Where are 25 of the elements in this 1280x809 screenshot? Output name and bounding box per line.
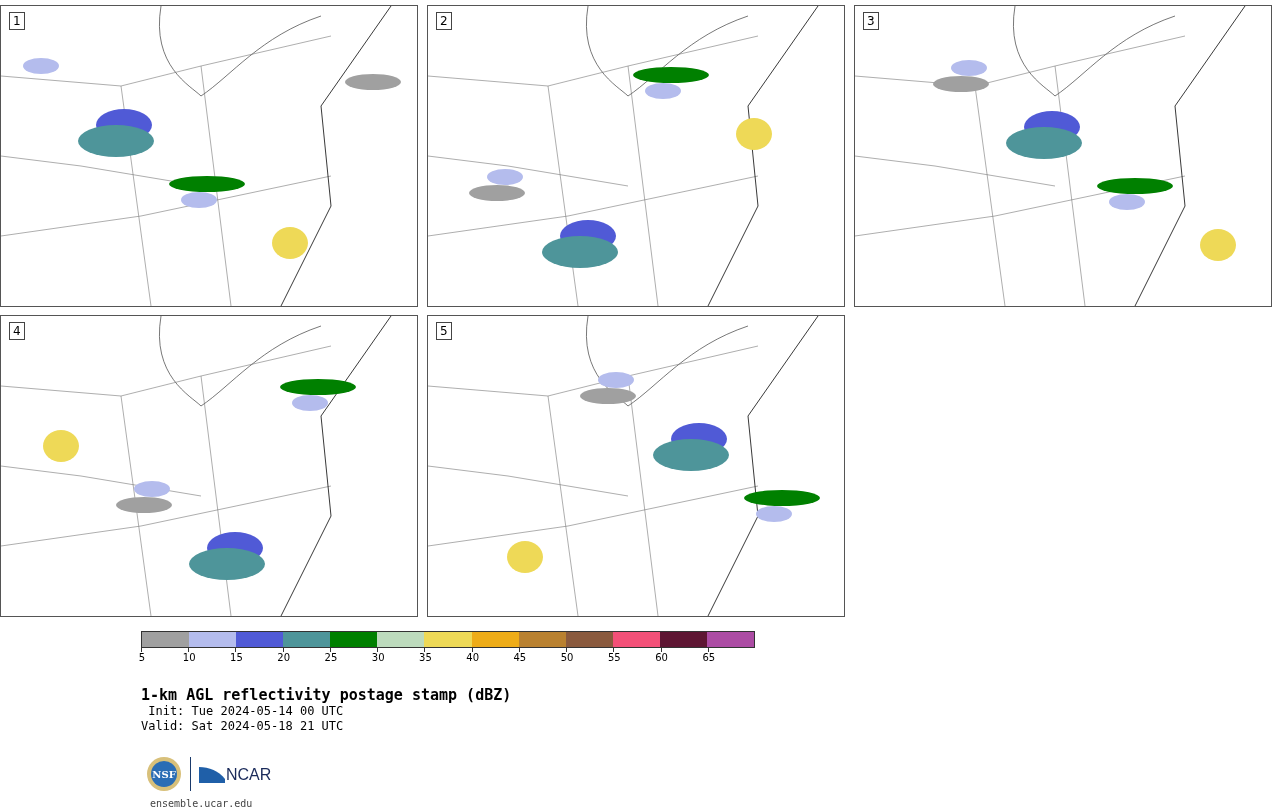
valid-time: Valid: Sat 2024-05-18 21 UTC	[141, 719, 345, 734]
tick-label: 5	[138, 652, 146, 663]
panel-number: 3	[863, 12, 879, 30]
tick-label: 20	[277, 652, 291, 663]
tick-label: 65	[702, 652, 716, 663]
tick-label: 50	[560, 652, 574, 663]
panel-number: 4	[9, 322, 25, 340]
panel-number: 2	[436, 12, 452, 30]
chart-title: 1-km AGL reflectivity postage stamp (dBZ)	[141, 686, 513, 704]
tick-label: 55	[608, 652, 621, 663]
tick-label: 10	[182, 652, 196, 663]
tick-label: 35	[419, 652, 432, 663]
init-time: Init: Tue 2024-05-14 00 UTC	[147, 704, 345, 719]
tick-label: 15	[230, 652, 243, 663]
panel-number: 5	[436, 322, 452, 340]
tick-label: 25	[324, 652, 338, 663]
ncar-logo-text: NCAR	[226, 767, 272, 783]
nsf-logo: NSF	[146, 756, 182, 792]
website-url: ensemble.ucar.edu	[150, 798, 254, 809]
swoosh-icon	[199, 765, 225, 783]
tick-label: 45	[513, 652, 527, 663]
tick-label: 40	[466, 652, 479, 663]
tick-label: 30	[371, 652, 385, 663]
tick-label: 60	[655, 652, 668, 663]
panel-number: 1	[9, 12, 25, 30]
